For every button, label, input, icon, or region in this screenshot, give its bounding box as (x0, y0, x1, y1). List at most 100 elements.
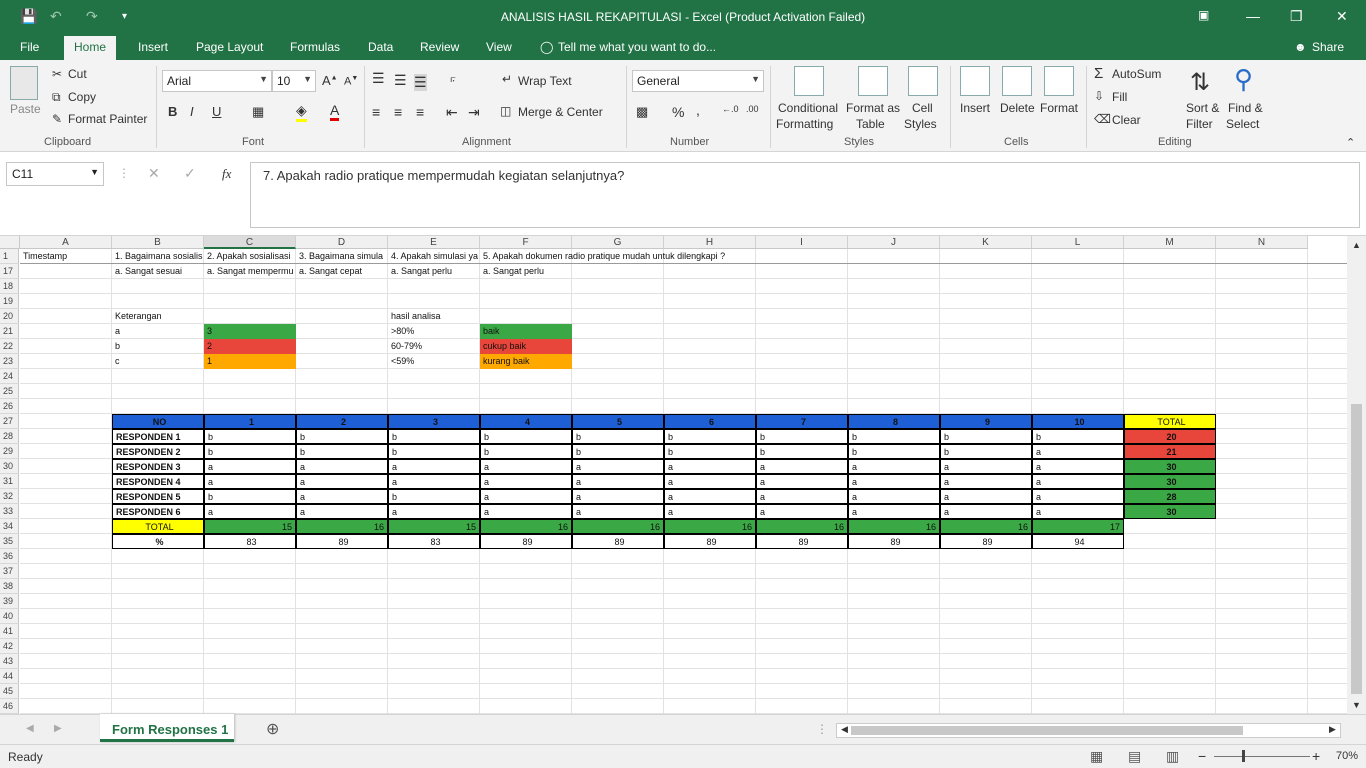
column-header-d[interactable]: D (296, 236, 388, 249)
cancel-icon[interactable]: ✕ (148, 165, 160, 182)
align-top-icon[interactable]: ☰ (372, 70, 385, 87)
row-header-36[interactable]: 36 (0, 549, 19, 564)
delete-cells-button[interactable]: Delete (1000, 101, 1035, 115)
borders-icon[interactable]: ▦ (252, 104, 264, 120)
row-header-39[interactable]: 39 (0, 594, 19, 609)
cell-styles-label-1[interactable]: Cell (912, 101, 933, 115)
h-scroll-thumb[interactable] (851, 726, 1243, 735)
number-format-select[interactable]: General ▼ (632, 70, 764, 92)
orientation-icon[interactable]: ⟔ (450, 70, 456, 86)
decrease-indent-icon[interactable]: ⇤ (446, 104, 458, 121)
find-select-label-2[interactable]: Select (1226, 117, 1259, 131)
row-header-23[interactable]: 23 (0, 354, 19, 369)
column-header-f[interactable]: F (480, 236, 572, 249)
align-right-icon[interactable]: ≡ (416, 104, 424, 120)
align-left-icon[interactable]: ≡ (372, 104, 380, 120)
spreadsheet-grid[interactable]: A B C D E F G H I J K L M N 1 17 18 19 20 21 22 23 24 25 26 27 28 2… (0, 236, 1347, 714)
column-header-n[interactable]: N (1216, 236, 1308, 249)
add-sheet-icon[interactable]: ⊕ (266, 719, 279, 739)
row-header-18[interactable]: 18 (0, 279, 19, 294)
italic-button[interactable]: I (190, 104, 194, 119)
row-header-41[interactable]: 41 (0, 624, 19, 639)
cell-styles-label-2[interactable]: Styles (904, 117, 937, 131)
row-header-1[interactable]: 1 (0, 249, 19, 264)
horizontal-scrollbar[interactable]: ◀ ▶ (836, 723, 1341, 738)
row-header-43[interactable]: 43 (0, 654, 19, 669)
row-header-17[interactable]: 17 (0, 264, 19, 279)
conditional-formatting-label-1[interactable]: Conditional (778, 101, 838, 115)
tab-home[interactable]: Home (64, 36, 117, 60)
row-header-29[interactable]: 29 (0, 444, 19, 459)
row-header-42[interactable]: 42 (0, 639, 19, 654)
row-header-40[interactable]: 40 (0, 609, 19, 624)
align-center-icon[interactable]: ≡ (394, 104, 402, 120)
row-header-30[interactable]: 30 (0, 459, 19, 474)
format-cells-button[interactable]: Format (1040, 101, 1078, 115)
row-header-26[interactable]: 26 (0, 399, 19, 414)
next-sheet-icon[interactable]: ▶ (54, 723, 62, 734)
row-header-45[interactable]: 45 (0, 684, 19, 699)
column-header-m[interactable]: M (1124, 236, 1216, 249)
share-button[interactable]: Share (1312, 40, 1344, 54)
find-select-label-1[interactable]: Find & (1228, 101, 1263, 115)
normal-view-icon[interactable]: ▦ (1090, 748, 1103, 765)
comma-button[interactable]: , (696, 102, 700, 118)
row-header-44[interactable]: 44 (0, 669, 19, 684)
column-header-l[interactable]: L (1032, 236, 1124, 249)
autosum-button[interactable]: AutoSum (1112, 67, 1161, 81)
vertical-scrollbar[interactable]: ▲ ▼ (1347, 236, 1366, 714)
column-header-a[interactable]: A (20, 236, 112, 249)
zoom-slider[interactable] (1214, 756, 1310, 757)
zoom-slider-thumb[interactable] (1242, 750, 1245, 762)
fill-color-icon[interactable]: ◈ (296, 102, 307, 122)
zoom-level[interactable]: 70% (1336, 750, 1358, 762)
scroll-left-icon[interactable]: ◀ (841, 724, 848, 735)
format-as-table-label-2[interactable]: Table (856, 117, 885, 131)
row-header-46[interactable]: 46 (0, 699, 19, 714)
column-header-b[interactable]: B (112, 236, 204, 249)
decrease-decimal-icon[interactable]: .00 (746, 104, 759, 114)
row-header-21[interactable]: 21 (0, 324, 19, 339)
underline-button[interactable]: U (212, 104, 221, 119)
column-header-e[interactable]: E (388, 236, 480, 249)
restore-icon[interactable]: ❐ (1290, 8, 1303, 25)
font-size-select[interactable]: 10 ▼ (272, 70, 316, 92)
column-header-j[interactable]: J (848, 236, 940, 249)
zoom-in-icon[interactable]: + (1312, 748, 1320, 764)
conditional-formatting-label-2[interactable]: Formatting (776, 117, 833, 131)
increase-font-icon[interactable]: A▲ (322, 73, 338, 88)
tab-formulas[interactable]: Formulas (290, 40, 340, 54)
row-header-33[interactable]: 33 (0, 504, 19, 519)
scroll-down-icon[interactable]: ▼ (1352, 700, 1361, 710)
scroll-thumb[interactable] (1351, 404, 1362, 694)
tab-data[interactable]: Data (368, 40, 393, 54)
increase-indent-icon[interactable]: ⇥ (468, 104, 480, 121)
collapse-ribbon-icon[interactable]: ⌃ (1346, 136, 1355, 149)
row-header-19[interactable]: 19 (0, 294, 19, 309)
tab-page-layout[interactable]: Page Layout (196, 40, 263, 54)
row-header-38[interactable]: 38 (0, 579, 19, 594)
accounting-icon[interactable]: ▩ (636, 104, 648, 120)
row-header-25[interactable]: 25 (0, 384, 19, 399)
column-header-c[interactable]: C (204, 236, 296, 249)
minimize-icon[interactable]: — (1246, 8, 1260, 24)
column-header-i[interactable]: I (756, 236, 848, 249)
formula-input[interactable]: 7. Apakah radio pratique mempermudah keg… (250, 162, 1360, 228)
scroll-right-icon[interactable]: ▶ (1329, 724, 1336, 735)
page-layout-view-icon[interactable]: ▤ (1128, 748, 1141, 765)
scroll-up-icon[interactable]: ▲ (1352, 240, 1361, 250)
row-header-31[interactable]: 31 (0, 474, 19, 489)
row-header-20[interactable]: 20 (0, 309, 19, 324)
tab-view[interactable]: View (486, 40, 512, 54)
ribbon-display-icon[interactable]: ▣ (1198, 8, 1209, 22)
increase-decimal-icon[interactable]: ←.0 (722, 104, 739, 114)
row-header-24[interactable]: 24 (0, 369, 19, 384)
paste-button[interactable]: Paste (10, 102, 41, 116)
merge-center-button[interactable]: Merge & Center (518, 105, 603, 119)
insert-cells-button[interactable]: Insert (960, 101, 990, 115)
row-header-32[interactable]: 32 (0, 489, 19, 504)
row-header-34[interactable]: 34 (0, 519, 19, 534)
percent-button[interactable]: % (672, 104, 684, 120)
align-middle-icon[interactable]: ☰ (394, 72, 407, 89)
decrease-font-icon[interactable]: A▼ (344, 75, 358, 88)
